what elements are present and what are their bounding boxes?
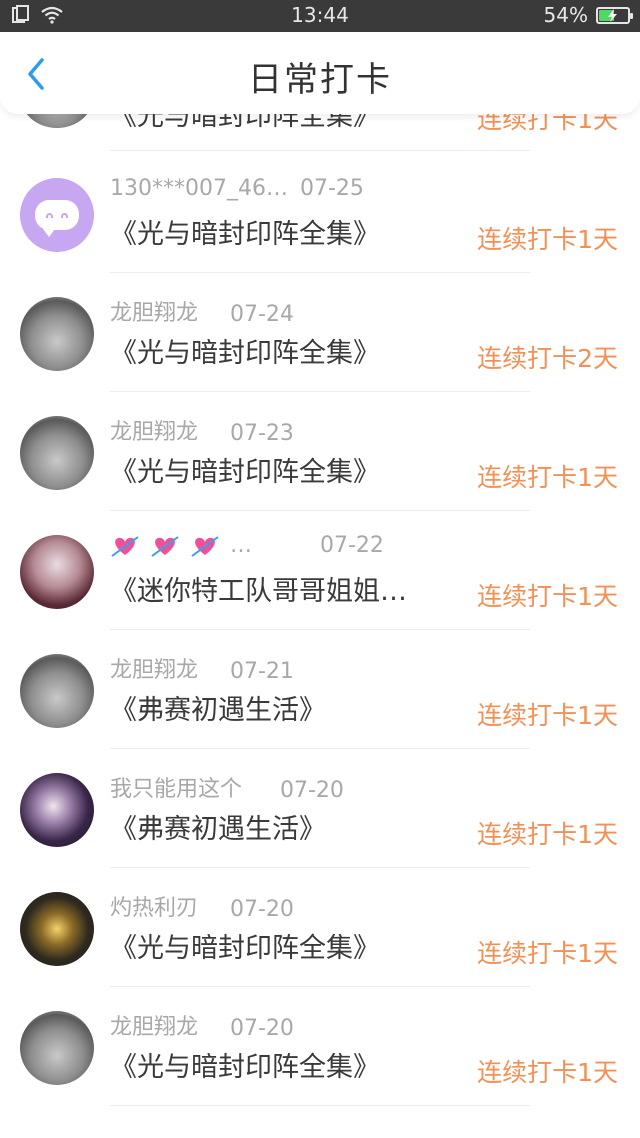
item-title: 《光与暗封印阵全集》 — [110, 933, 380, 964]
date: 07-20 — [280, 778, 344, 803]
user-name: 龙胆翔龙 — [110, 420, 199, 445]
chat-bubble-icon — [35, 200, 79, 237]
list-item[interactable]: 龙胆翔龙 07-20 《光与暗封印阵全集》 连续打卡1天 — [0, 987, 640, 1106]
item-meta: 龙胆翔龙 07-21 — [110, 652, 294, 684]
fire-avatar — [20, 892, 94, 966]
item-title: 《光与暗封印阵全集》 — [110, 338, 380, 369]
user-name: 龙胆翔龙 — [110, 301, 199, 326]
item-meta: 龙胆翔龙 07-20 — [110, 1009, 294, 1041]
list-item[interactable]: 130***007_46… 07-25 《光与暗封印阵全集》 连续打卡1天 — [0, 154, 640, 273]
list-item[interactable]: 龙胆翔龙 07-21 《弗赛初遇生活》 连续打卡1天 — [0, 630, 640, 749]
item-meta: 灼热利刃 07-20 — [110, 890, 294, 922]
anime-girl-avatar — [20, 535, 94, 609]
streak-label: 连续打卡1天 — [477, 1058, 618, 1087]
dark-hair-avatar — [20, 773, 94, 847]
user-name: 灼热利刃 — [110, 896, 199, 921]
charging-bolt-icon — [608, 8, 617, 22]
item-meta: 我只能用这个 07-20 — [110, 771, 344, 803]
battery-percent: 54% — [543, 3, 588, 27]
gray-dragon-avatar — [20, 1011, 94, 1085]
item-title: 《迷你特工队哥哥姐姐… — [110, 576, 407, 607]
item-title: 《弗赛初遇生活》 — [110, 695, 326, 726]
list-item[interactable]: 龙胆翔龙 07-23 《光与暗封印阵全集》 连续打卡1天 — [0, 392, 640, 511]
streak-label: 连续打卡1天 — [477, 820, 618, 849]
heart-arrow-emoji-icon — [111, 536, 139, 557]
gray-dragon-avatar — [20, 654, 94, 728]
gray-dragon-avatar — [20, 297, 94, 371]
item-title: 《光与暗封印阵全集》 — [110, 457, 380, 488]
item-meta: … 07-22 — [110, 533, 384, 558]
date: 07-22 — [320, 533, 384, 558]
user-name: … — [230, 533, 252, 558]
streak-label: 连续打卡1天 — [477, 225, 618, 254]
item-title: 《弗赛初遇生活》 — [110, 814, 326, 845]
list-item[interactable]: 龙胆翔龙 07-24 《光与暗封印阵全集》 连续打卡2天 — [0, 273, 640, 392]
date: 07-25 — [300, 176, 364, 201]
user-name: 我只能用这个 — [110, 777, 243, 802]
divider — [110, 1105, 530, 1106]
list-item[interactable]: 我只能用这个 07-20 《弗赛初遇生活》 连续打卡1天 — [0, 749, 640, 868]
status-right: 54% — [543, 3, 633, 27]
list-item[interactable]: … 07-22 《迷你特工队哥哥姐姐… 连续打卡1天 — [0, 511, 640, 630]
date: 07-20 — [230, 897, 294, 922]
item-meta: 龙胆翔龙 07-23 — [110, 414, 294, 446]
battery-icon — [596, 6, 633, 24]
page-title: 日常打卡 — [248, 60, 392, 100]
date: 07-23 — [230, 421, 294, 446]
list-item[interactable]: 灼热利刃 07-20 《光与暗封印阵全集》 连续打卡1天 — [0, 868, 640, 987]
item-meta: 130***007_46… 07-25 — [110, 176, 364, 201]
heart-arrow-emoji-icon — [151, 536, 179, 557]
item-title: 《光与暗封印阵全集》 — [110, 219, 380, 250]
gray-dragon-avatar — [20, 416, 94, 490]
user-name: 龙胆翔龙 — [110, 658, 199, 683]
user-name-emoji: … — [110, 533, 320, 558]
streak-label: 连续打卡1天 — [477, 463, 618, 492]
user-name: 龙胆翔龙 — [110, 1015, 199, 1040]
item-meta: 龙胆翔龙 07-24 — [110, 295, 294, 327]
date: 07-24 — [230, 302, 294, 327]
chat-bubble-avatar — [20, 178, 94, 252]
date: 07-20 — [230, 1016, 294, 1041]
user-name: 130***007_46… — [110, 176, 288, 201]
streak-label: 连续打卡1天 — [477, 701, 618, 730]
heart-arrow-emoji-icon — [191, 536, 219, 557]
date: 07-21 — [230, 659, 294, 684]
streak-label: 连续打卡1天 — [477, 582, 618, 611]
streak-label: 连续打卡2天 — [477, 344, 618, 373]
item-title: 《光与暗封印阵全集》 — [110, 1052, 380, 1083]
nav-header: 日常打卡 — [0, 32, 640, 114]
divider — [110, 150, 530, 151]
streak-label: 连续打卡1天 — [477, 939, 618, 968]
status-bar: 13:44 54% — [0, 0, 640, 32]
